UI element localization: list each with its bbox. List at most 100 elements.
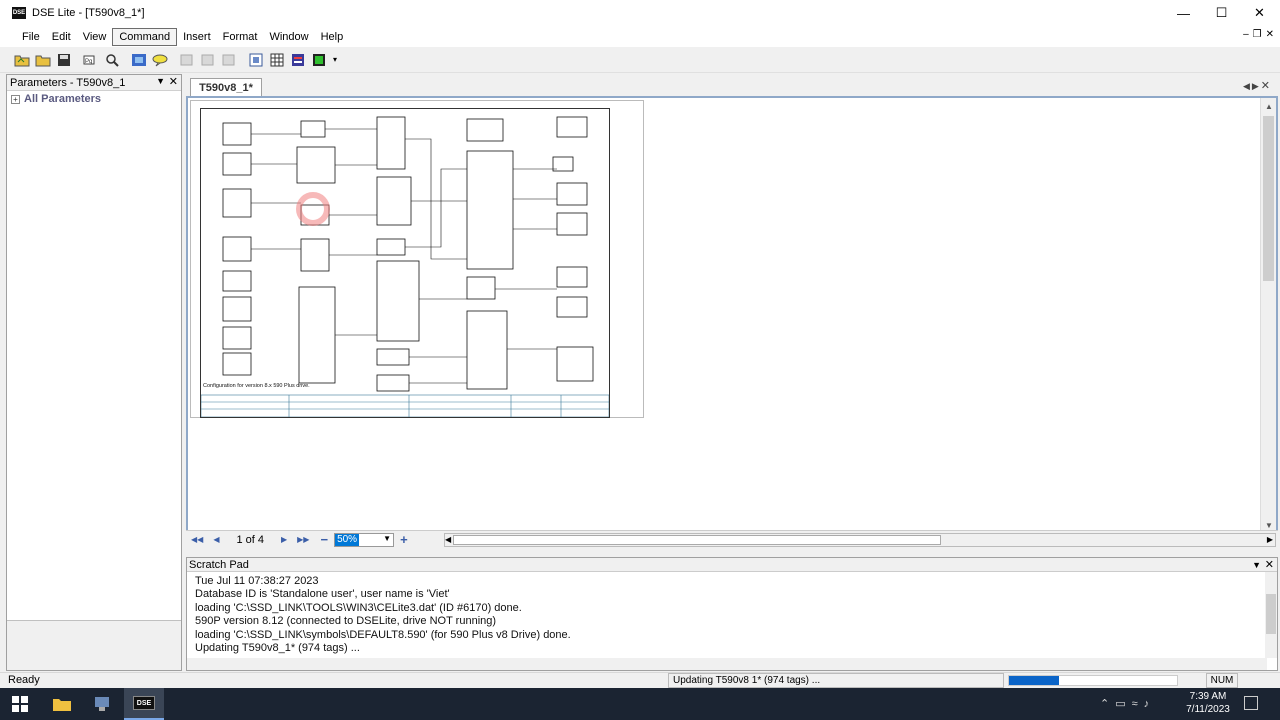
tray-chevron-icon[interactable]: ⌃: [1100, 698, 1115, 710]
app-logo-icon: DSE: [12, 7, 26, 19]
progress-bar: [1008, 675, 1178, 686]
align-left-button[interactable]: [177, 51, 196, 69]
diagram-block: [466, 276, 496, 300]
dse-lite-taskbar-button[interactable]: DSE: [124, 688, 164, 720]
mdi-controls: – ❐ ✕: [1243, 29, 1274, 40]
dropdown-arrow-icon[interactable]: ▼: [383, 534, 391, 543]
clock[interactable]: 7:39 AM 7/11/2023: [1183, 690, 1233, 716]
drive-button[interactable]: [309, 51, 328, 69]
grid-button[interactable]: [267, 51, 286, 69]
scratch-vertical-scrollbar[interactable]: [1265, 572, 1277, 658]
app-taskbar-button[interactable]: [82, 688, 122, 720]
expand-icon[interactable]: +: [11, 94, 20, 104]
scroll-up-icon[interactable]: ▲: [1265, 102, 1273, 111]
scroll-down-icon[interactable]: ▼: [1265, 521, 1273, 530]
last-page-icon[interactable]: ▶▶: [297, 535, 309, 544]
align-right-button[interactable]: [219, 51, 238, 69]
prev-page-icon[interactable]: ◀: [213, 535, 219, 544]
vertical-scroll-thumb[interactable]: [1263, 116, 1274, 281]
window-title: DSE Lite - [T590v8_1*]: [32, 7, 145, 19]
start-button[interactable]: [0, 688, 40, 720]
scroll-right-icon[interactable]: ▶: [1267, 535, 1273, 544]
panel-close-icon[interactable]: ✕: [169, 75, 178, 88]
parameters-panel-title: Parameters - T590v8_1: [10, 76, 126, 89]
window-list-button[interactable]: [288, 51, 307, 69]
tab-prev-icon[interactable]: ◀: [1243, 81, 1252, 91]
next-page-icon[interactable]: ▶: [281, 535, 287, 544]
pin-icon[interactable]: ▼: [1252, 558, 1261, 572]
menu-help[interactable]: Help: [315, 29, 350, 45]
wifi-icon[interactable]: ≈: [1132, 698, 1144, 710]
diagram-block: [222, 352, 252, 376]
print-preview-button[interactable]: Pg: [81, 51, 100, 69]
overflow-chevron-icon: ▾: [332, 55, 337, 64]
diagram-block: [556, 212, 588, 236]
maximize-button[interactable]: ☐: [1202, 0, 1241, 26]
open-recent-button[interactable]: [33, 51, 52, 69]
minimize-button[interactable]: —: [1164, 0, 1203, 26]
parameters-panel-header: Parameters - T590v8_1 ▼ ✕: [7, 75, 181, 91]
diagram-block: [222, 152, 252, 176]
battery-icon[interactable]: ▭: [1115, 698, 1131, 710]
align-center-icon: [201, 54, 213, 65]
align-center-button[interactable]: [198, 51, 217, 69]
vertical-scrollbar[interactable]: ▲ ▼: [1260, 98, 1276, 532]
diagram-block: [222, 122, 252, 146]
menu-command[interactable]: Command: [112, 27, 178, 46]
zoom-select[interactable]: 50% ▼: [334, 532, 395, 547]
drive-icon: [312, 53, 325, 66]
log-line: loading 'C:\SSD_LINK\symbols\DEFAULT8.59…: [195, 628, 571, 641]
taskbar: DSE ⌃▭≈♪ 7:39 AM 7/11/2023: [0, 688, 1280, 720]
scratch-pad-log[interactable]: Tue Jul 11 07:38:27 2023 Database ID is …: [187, 572, 1277, 655]
clock-time: 7:39 AM: [1189, 691, 1227, 702]
clock-date: 7/11/2023: [1186, 704, 1230, 715]
pin-icon[interactable]: ▼: [156, 76, 165, 86]
menu-view[interactable]: View: [77, 29, 113, 45]
diagram-page: Configuration for version 8.x 590 Plus d…: [190, 100, 644, 418]
tab-navigation: ◀▶✕: [1243, 79, 1272, 92]
tree-item-all-parameters[interactable]: + All Parameters: [7, 91, 181, 107]
save-button[interactable]: [54, 51, 73, 69]
zoom-fit-button[interactable]: [246, 51, 265, 69]
volume-icon[interactable]: ♪: [1144, 698, 1156, 710]
notification-icon[interactable]: [1244, 696, 1258, 710]
tab-document[interactable]: T590v8_1*: [190, 78, 262, 96]
scratch-pad-header: Scratch Pad ▼ ✕: [187, 558, 1277, 572]
find-button[interactable]: [102, 51, 121, 69]
horizontal-scroll-thumb[interactable]: [453, 535, 941, 545]
file-explorer-button[interactable]: [42, 688, 82, 720]
diagram-block: [556, 266, 588, 288]
zoom-in-button[interactable]: +: [400, 532, 408, 547]
mdi-restore-icon[interactable]: ❐: [1253, 29, 1262, 40]
menu-file[interactable]: File: [16, 29, 46, 45]
panel-footer: [7, 620, 181, 670]
menu-format[interactable]: Format: [217, 29, 264, 45]
scroll-left-icon[interactable]: ◀: [445, 535, 451, 544]
tab-next-icon[interactable]: ▶: [1252, 81, 1261, 91]
zoom-out-button[interactable]: −: [320, 532, 328, 547]
scratch-pad-panel: Scratch Pad ▼ ✕ Tue Jul 11 07:38:27 2023…: [186, 557, 1278, 671]
scratch-horizontal-scrollbar[interactable]: [187, 658, 1267, 670]
num-lock-indicator: NUM: [1206, 673, 1238, 688]
horizontal-scrollbar[interactable]: ◀ ▶: [444, 533, 1276, 547]
open-button[interactable]: [12, 51, 31, 69]
mdi-close-icon[interactable]: ✕: [1266, 29, 1274, 40]
comment-button[interactable]: [150, 51, 169, 69]
menu-window[interactable]: Window: [263, 29, 314, 45]
menu-edit[interactable]: Edit: [46, 29, 77, 45]
tree-item-label: All Parameters: [24, 93, 102, 105]
close-button[interactable]: ✕: [1240, 0, 1279, 26]
first-page-icon[interactable]: ◀◀: [191, 535, 203, 544]
diagram-canvas[interactable]: Configuration for version 8.x 590 Plus d…: [186, 96, 1278, 532]
panel-close-icon[interactable]: ✕: [1265, 558, 1274, 572]
menu-insert[interactable]: Insert: [177, 29, 217, 45]
diagram-block: [222, 270, 252, 292]
tab-close-icon[interactable]: ✕: [1261, 80, 1272, 92]
toolbar-overflow-button[interactable]: ▾: [330, 51, 340, 69]
scroll-thumb[interactable]: [1266, 594, 1276, 634]
mdi-minimize-icon[interactable]: –: [1243, 29, 1249, 40]
grid-icon: [270, 53, 283, 66]
title-bar: DSE DSE Lite - [T590v8_1*] — ☐ ✕: [0, 0, 1280, 26]
page-navigation-bar: ◀◀ ◀ 1 of 4 ▶ ▶▶ − 50% ▼ + ◀ ▶: [186, 530, 1278, 548]
connect-button[interactable]: [129, 51, 148, 69]
